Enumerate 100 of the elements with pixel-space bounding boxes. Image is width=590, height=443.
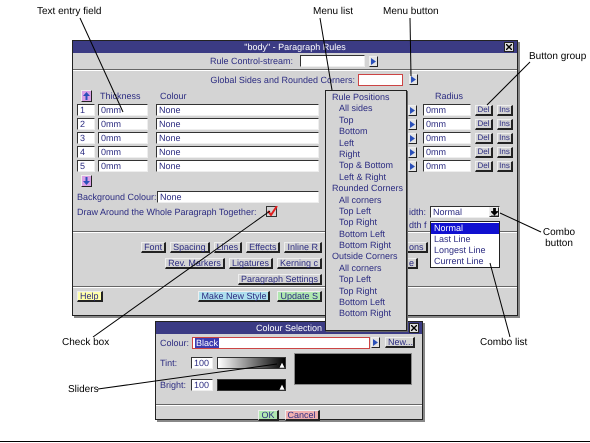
menu-item[interactable]: Top Right: [326, 217, 406, 229]
background-colour-field[interactable]: None: [157, 190, 319, 202]
tint-field[interactable]: 100: [191, 357, 213, 369]
number-field[interactable]: 2: [77, 118, 95, 130]
settings-button[interactable]: Inline R: [284, 242, 322, 253]
up-button[interactable]: [81, 90, 92, 102]
settings-button[interactable]: Lines: [214, 242, 242, 253]
menu-item[interactable]: Top Right: [326, 286, 406, 298]
insert-button[interactable]: Ins: [497, 118, 513, 130]
menu-item[interactable]: All corners: [326, 194, 406, 206]
slider-thumb[interactable]: [279, 384, 285, 390]
menu-button[interactable]: [408, 160, 417, 172]
radius-field[interactable]: 0mm: [423, 132, 471, 144]
number-field[interactable]: 3: [77, 132, 95, 144]
colour-field[interactable]: None: [156, 160, 319, 172]
insert-button[interactable]: Ins: [497, 104, 513, 116]
update-button[interactable]: Update S: [277, 290, 322, 302]
combo-option[interactable]: Last Line: [431, 234, 499, 245]
settings-button[interactable]: Kerning c: [276, 258, 322, 269]
menu-item[interactable]: Left & Right: [326, 172, 406, 184]
settings-button[interactable]: Effects: [246, 242, 280, 253]
menu-item[interactable]: Right: [326, 148, 406, 160]
colour-field[interactable]: None: [156, 104, 319, 116]
radius-field[interactable]: 0mm: [423, 160, 471, 172]
colour-field[interactable]: None: [156, 132, 319, 144]
combo-option[interactable]: Longest Line: [431, 245, 499, 256]
triangle-icon: [371, 58, 376, 64]
menu-button[interactable]: [371, 337, 380, 348]
radius-field[interactable]: 0mm: [423, 146, 471, 158]
menu-button[interactable]: [408, 132, 417, 144]
combo-option[interactable]: Current Line: [431, 256, 499, 267]
cancel-button[interactable]: Cancel: [284, 410, 320, 420]
field-label: Colour:: [160, 338, 190, 348]
menu-item[interactable]: All corners: [326, 262, 406, 274]
number-field[interactable]: 4: [77, 146, 95, 158]
delete-button[interactable]: Del: [475, 118, 493, 130]
menu-item[interactable]: Bottom Left: [326, 228, 406, 240]
thickness-field[interactable]: 0mm: [98, 146, 148, 158]
combo-value: Normal: [433, 206, 462, 216]
menu-item[interactable]: Top Left: [326, 274, 406, 286]
menu-button[interactable]: [408, 146, 417, 158]
insert-button[interactable]: Ins: [497, 132, 513, 144]
slider-track[interactable]: [217, 379, 286, 391]
colour-field[interactable]: Black: [192, 336, 370, 348]
menu-item[interactable]: Top & Bottom: [326, 160, 406, 172]
menu-button[interactable]: [408, 118, 417, 130]
menu-button[interactable]: [408, 104, 417, 116]
combo-box[interactable]: Normal: [430, 206, 500, 218]
insert-button[interactable]: Ins: [497, 160, 513, 172]
checkbox[interactable]: [266, 206, 277, 217]
up-arrow-icon: [83, 92, 90, 100]
thickness-field[interactable]: 0mm: [98, 132, 148, 144]
thickness-field[interactable]: 0mm: [98, 104, 148, 116]
radius-field[interactable]: 0mm: [423, 104, 471, 116]
radius-field[interactable]: 0mm: [423, 118, 471, 130]
close-button[interactable]: [409, 323, 419, 333]
thickness-field[interactable]: 0mm: [98, 118, 148, 130]
field-label: dth f: [409, 220, 427, 230]
menu-item[interactable]: All sides: [326, 103, 406, 115]
settings-button[interactable]: Font: [141, 242, 166, 253]
delete-button[interactable]: Del: [475, 160, 493, 172]
insert-button[interactable]: Ins: [497, 146, 513, 158]
number-field[interactable]: 5: [77, 160, 95, 172]
new-style-button[interactable]: Make New Style: [198, 290, 270, 302]
colour-field[interactable]: None: [156, 118, 319, 130]
delete-button[interactable]: Del: [475, 146, 493, 158]
thickness-field[interactable]: 0mm: [98, 160, 148, 172]
ok-button[interactable]: OK: [258, 410, 278, 420]
slider-track[interactable]: [217, 357, 286, 369]
settings-button[interactable]: Ligatures: [228, 258, 273, 269]
combo-button[interactable]: [489, 206, 499, 216]
menu-button[interactable]: [369, 56, 378, 66]
delete-button[interactable]: Del: [475, 104, 493, 116]
help-button[interactable]: Help: [77, 290, 103, 302]
menu-item[interactable]: Bottom Left: [326, 297, 406, 308]
colour-field[interactable]: None: [156, 146, 319, 158]
slider-thumb[interactable]: [279, 362, 285, 368]
down-arrow-icon: [490, 208, 498, 216]
settings-button[interactable]: Spacing: [170, 242, 210, 253]
menu-item[interactable]: Top Left: [326, 206, 406, 218]
bright-field[interactable]: 100: [191, 379, 213, 391]
settings-button[interactable]: Paragraph Settings: [238, 274, 322, 284]
menu-item[interactable]: Bottom Right: [326, 240, 406, 252]
corners-field[interactable]: [358, 74, 403, 86]
delete-button[interactable]: Del: [475, 132, 493, 144]
leader-line: [410, 18, 412, 76]
menu-item[interactable]: Bottom: [326, 126, 406, 138]
number-field[interactable]: 1: [77, 104, 95, 116]
control-stream-field[interactable]: [300, 55, 365, 67]
menu-item[interactable]: Left: [326, 138, 406, 149]
menu-item[interactable]: Bottom Right: [326, 308, 406, 320]
close-button[interactable]: [504, 42, 514, 52]
settings-button[interactable]: ons: [406, 242, 428, 253]
combo-option[interactable]: Normal: [431, 223, 499, 234]
new-button[interactable]: New...: [385, 337, 415, 348]
checkbox-label: Draw Around the Whole Paragraph Together:: [77, 206, 258, 216]
down-button[interactable]: [81, 175, 92, 187]
menu-button[interactable]: [409, 74, 418, 85]
column-header: Radius: [435, 91, 464, 101]
menu-item[interactable]: Top: [326, 114, 406, 126]
